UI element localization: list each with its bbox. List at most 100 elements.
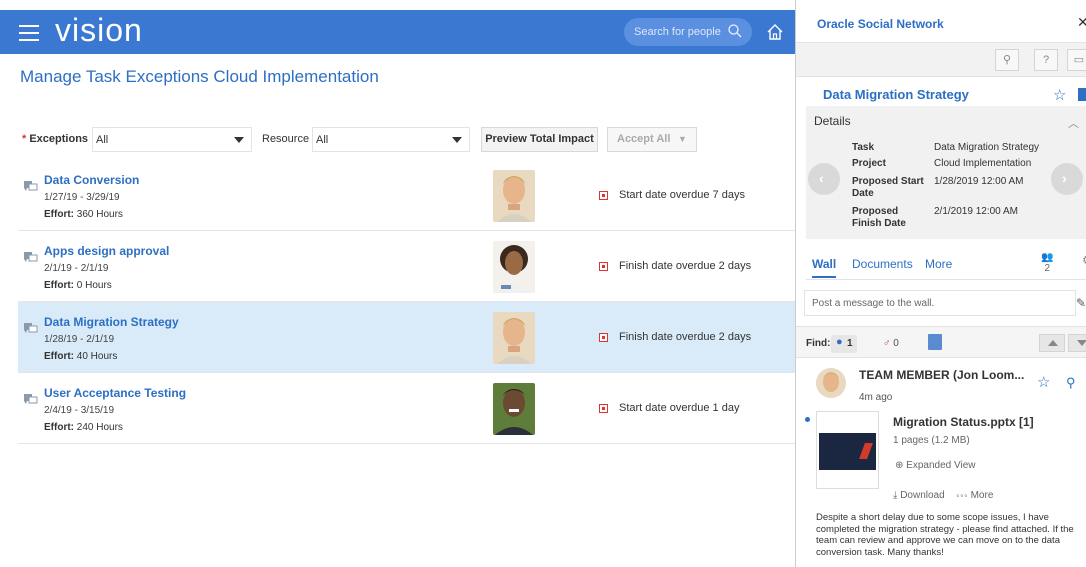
- tab-wall[interactable]: Wall: [812, 257, 837, 278]
- chevron-up-icon[interactable]: ︿: [1068, 115, 1079, 131]
- resource-select[interactable]: All: [312, 127, 470, 152]
- task-row[interactable]: User Acceptance Testing 2/4/19 - 3/15/19…: [18, 373, 795, 444]
- expanded-view-link[interactable]: ⊕ Expanded View: [895, 460, 975, 471]
- find-unread-filter[interactable]: ● 1: [831, 335, 857, 353]
- avatar: [493, 241, 535, 293]
- conversation-icon[interactable]: [24, 252, 38, 264]
- file-meta: 1 pages (1.2 MB): [893, 435, 970, 446]
- find-count: 0: [893, 338, 899, 349]
- conversation-icon[interactable]: [24, 394, 38, 406]
- top-bar: vision Search for people: [0, 10, 795, 54]
- help-icon[interactable]: ?: [1034, 49, 1058, 71]
- post-author[interactable]: TEAM MEMBER (Jon Loom...: [859, 368, 1024, 382]
- task-status: Finish date overdue 2 days: [619, 260, 752, 272]
- brand-logo[interactable]: vision: [55, 12, 143, 49]
- window-icon[interactable]: ▭: [1067, 49, 1086, 71]
- triangle-up-icon: [1048, 340, 1058, 346]
- detail-label: Project: [852, 158, 886, 169]
- exceptions-label: * Exceptions: [22, 133, 89, 145]
- hamburger-menu-icon[interactable]: [19, 20, 39, 41]
- members-count: 2: [1044, 263, 1050, 274]
- file-name[interactable]: Migration Status.pptx [1]: [893, 415, 1034, 429]
- task-title[interactable]: Data Migration Strategy: [44, 315, 179, 329]
- slide-preview: [819, 433, 876, 470]
- task-row[interactable]: Data Conversion 1/27/19 - 3/29/19 Effort…: [18, 160, 795, 231]
- document-thumbnail[interactable]: [816, 411, 879, 489]
- more-icon: ∘∘∘: [955, 490, 968, 501]
- attachment-icon[interactable]: ✎: [1076, 296, 1086, 310]
- next-button[interactable]: ›: [1051, 163, 1083, 195]
- chevron-down-icon: ▼: [678, 134, 687, 144]
- task-effort: Effort: 240 Hours: [44, 422, 123, 433]
- preview-total-impact-button[interactable]: Preview Total Impact: [481, 127, 598, 152]
- dot-icon: ●: [836, 336, 843, 348]
- filter-document-icon[interactable]: [928, 334, 942, 350]
- home-icon[interactable]: [766, 23, 784, 41]
- search-icon[interactable]: ⚲: [995, 49, 1019, 71]
- find-label: Find:: [806, 338, 831, 349]
- task-effort: Effort: 360 Hours: [44, 209, 123, 220]
- task-dates: 1/28/19 - 2/1/19: [44, 334, 115, 345]
- download-label: Download: [900, 490, 945, 501]
- post-time: 4m ago: [859, 392, 893, 403]
- file-actions: ⤓ Download ∘∘∘ More: [893, 490, 993, 501]
- tab-documents[interactable]: Documents: [852, 257, 913, 271]
- detail-value: Cloud Implementation: [934, 158, 1032, 169]
- accept-all-label: Accept All: [617, 133, 671, 145]
- previous-button[interactable]: ‹: [808, 163, 840, 195]
- task-status: Finish date overdue 2 days: [619, 331, 752, 343]
- gear-icon[interactable]: ⚙: [1082, 253, 1086, 267]
- task-list: Data Conversion 1/27/19 - 3/29/19 Effort…: [18, 160, 795, 444]
- mention-icon: ♂: [883, 338, 891, 349]
- find-bar: Find: ● 1 ♂ 0: [796, 326, 1086, 358]
- pin-icon[interactable]: ⚲: [1066, 375, 1076, 391]
- accept-all-button[interactable]: Accept All ▼: [607, 127, 697, 152]
- task-row[interactable]: Apps design approval 2/1/19 - 2/1/19 Eff…: [18, 231, 795, 302]
- panel-title: Oracle Social Network: [817, 17, 944, 31]
- unread-dot-icon: [805, 417, 810, 422]
- object-title[interactable]: Data Migration Strategy: [823, 87, 969, 102]
- avatar: [816, 368, 846, 398]
- detail-label: Proposed Start Date: [852, 176, 924, 199]
- find-mentions-filter[interactable]: ♂ 0: [883, 338, 899, 349]
- task-effort: Effort: 0 Hours: [44, 280, 112, 291]
- chevron-down-icon: [234, 137, 244, 143]
- avatar: [493, 312, 535, 364]
- filter-bar: * Exceptions All Resource All Preview To…: [0, 127, 795, 153]
- exceptions-select[interactable]: All: [92, 127, 252, 152]
- task-dates: 1/27/19 - 3/29/19: [44, 192, 120, 203]
- task-dates: 2/4/19 - 3/15/19: [44, 405, 115, 416]
- star-icon[interactable]: ☆: [1037, 373, 1050, 391]
- members-icon[interactable]: 👥 2: [1041, 252, 1053, 274]
- detail-label: Task: [852, 142, 875, 153]
- details-section: Details ︿ ‹ › Task Data Migration Strate…: [806, 106, 1086, 239]
- people-search-input[interactable]: Search for people: [624, 18, 752, 46]
- task-dates: 2/1/19 - 2/1/19: [44, 263, 109, 274]
- task-title[interactable]: User Acceptance Testing: [44, 386, 186, 400]
- follow-icon[interactable]: [1078, 88, 1086, 101]
- alert-icon: [599, 191, 608, 200]
- scroll-down-button[interactable]: [1068, 334, 1086, 352]
- star-icon[interactable]: ☆: [1053, 86, 1066, 104]
- detail-label: Proposed Finish Date: [852, 206, 906, 229]
- task-title[interactable]: Apps design approval: [44, 244, 169, 258]
- alert-icon: [599, 404, 608, 413]
- avatar: [493, 170, 535, 222]
- more-link[interactable]: ∘∘∘ More: [956, 490, 994, 501]
- detail-value: Data Migration Strategy: [934, 142, 1040, 153]
- details-header[interactable]: Details: [814, 114, 851, 128]
- conversation-icon[interactable]: [24, 181, 38, 193]
- social-network-panel: Oracle Social Network ✕ ⚲ ? ▭ Data Migra…: [795, 0, 1086, 567]
- tab-more[interactable]: More: [925, 257, 952, 271]
- download-link[interactable]: ⤓ Download: [893, 490, 945, 501]
- scroll-up-button[interactable]: [1039, 334, 1065, 352]
- wall-post-input[interactable]: Post a message to the wall.: [804, 290, 1076, 316]
- exceptions-value: All: [96, 134, 109, 146]
- post-placeholder: Post a message to the wall.: [812, 298, 935, 309]
- find-count: 1: [847, 338, 853, 349]
- close-icon[interactable]: ✕: [1077, 14, 1086, 31]
- task-row[interactable]: Data Migration Strategy 1/28/19 - 2/1/19…: [18, 302, 795, 373]
- conversation-icon[interactable]: [24, 323, 38, 335]
- task-title[interactable]: Data Conversion: [44, 173, 139, 187]
- search-icon[interactable]: [727, 23, 743, 39]
